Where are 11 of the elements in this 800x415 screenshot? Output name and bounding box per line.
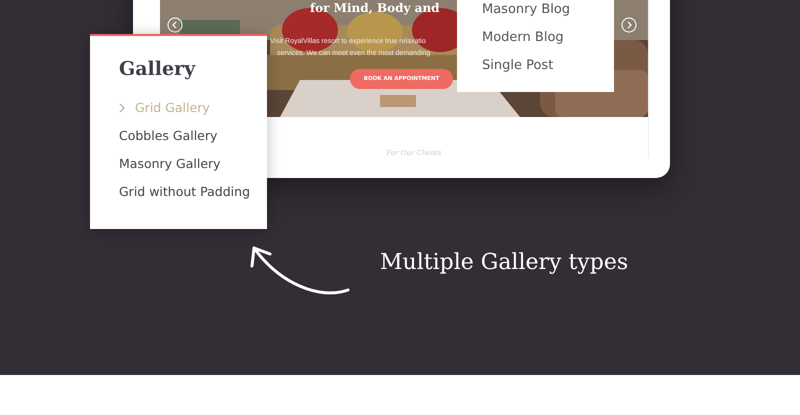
menu-item[interactable]: Masonry Blog: [482, 0, 614, 24]
next-slide-icon[interactable]: [621, 17, 637, 33]
menu-title: Gallery: [119, 58, 197, 80]
menu-item[interactable]: Cobbles Gallery: [119, 122, 267, 150]
previous-slide-icon[interactable]: [167, 17, 183, 33]
menu-item[interactable]: Masonry Gallery: [119, 150, 267, 178]
caption: Multiple Gallery types: [380, 250, 628, 275]
chevron-icon: [119, 103, 125, 113]
menu-item[interactable]: Single Post: [482, 52, 614, 80]
menu-item[interactable]: Grid without Padding: [119, 178, 267, 206]
menu-item[interactable]: Modern Blog: [482, 24, 614, 52]
